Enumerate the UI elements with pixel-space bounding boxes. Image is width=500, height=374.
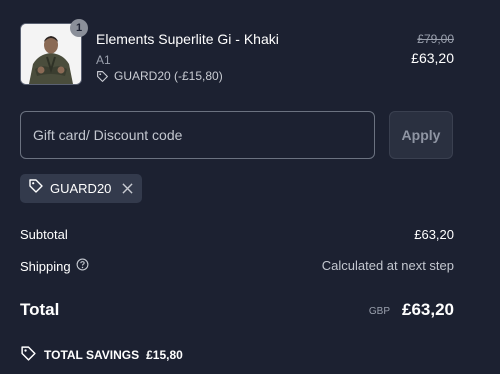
total-savings: TOTAL SAVINGS £15,80 [20, 345, 183, 365]
shipping-label: Shipping [20, 258, 71, 274]
shipping-value: Calculated at next step [321, 258, 454, 273]
total-value: £63,20 [402, 300, 454, 319]
currency-code: GBP [368, 306, 390, 317]
subtotal-value: £63,20 [414, 227, 454, 242]
product-variant: A1 [96, 53, 111, 67]
product-name: Elements Superlite Gi - Khaki [96, 31, 279, 47]
tag-icon [96, 70, 109, 83]
line-price: £63,20 [411, 50, 454, 66]
discount-code-input[interactable] [20, 111, 375, 159]
close-icon[interactable] [120, 182, 134, 196]
savings-label: TOTAL SAVINGS [44, 348, 140, 362]
subtotal-label: Subtotal [20, 227, 68, 242]
shipping-label-group: Shipping [20, 258, 89, 274]
subtotal-row: Subtotal £63,20 [20, 227, 454, 247]
quantity-badge: 1 [70, 19, 88, 37]
apply-button[interactable]: Apply [389, 111, 453, 159]
shipping-row: Shipping Calculated at next step [20, 258, 454, 278]
product-discount-label: GUARD20 (-£15,80) [114, 69, 223, 83]
applied-discount-tag: GUARD20 [20, 174, 142, 203]
line-item: 1 Elements Superlite Gi - Khaki A1 GUARD… [20, 19, 454, 87]
applied-code-label: GUARD20 [50, 181, 112, 196]
help-icon[interactable] [76, 258, 89, 274]
total-label: Total [20, 300, 60, 319]
order-summary: 1 Elements Superlite Gi - Khaki A1 GUARD… [0, 0, 500, 374]
original-price: £79,00 [417, 32, 454, 46]
savings-value: £15,80 [146, 348, 183, 362]
tag-icon [20, 345, 37, 365]
product-discount: GUARD20 (-£15,80) [96, 69, 223, 83]
tag-icon [28, 178, 44, 199]
